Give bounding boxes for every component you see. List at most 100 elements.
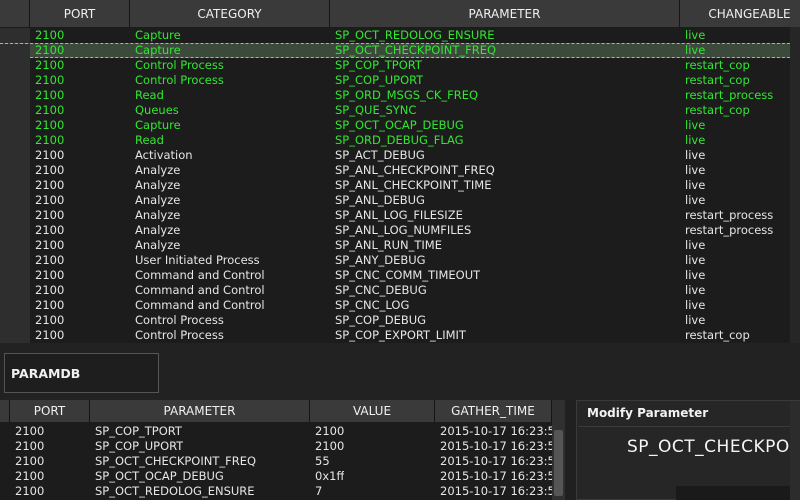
- table-row[interactable]: 2100 Control Process SP_COP_TPORT restart_c…: [0, 58, 800, 73]
- cell-gather_time: 2015-10-17 16:23:51: [440, 484, 563, 498]
- paramdb-column-header-port[interactable]: PORT: [10, 400, 90, 422]
- table-row[interactable]: 2100 Command and Control SP_CNC_DEBUG live: [0, 283, 800, 298]
- modify-value-input[interactable]: [676, 486, 800, 500]
- row-selector[interactable]: [0, 268, 30, 283]
- table-row[interactable]: 2100 Control Process SP_COP_EXPORT_LIMIT re…: [0, 328, 800, 343]
- paramdb-column-header-value[interactable]: VALUE: [310, 400, 435, 422]
- cell-gather_time: 2015-10-17 16:23:51: [440, 424, 563, 438]
- row-selector[interactable]: [0, 58, 30, 73]
- paramdb-grid-scrollbar-thumb[interactable]: [554, 430, 563, 496]
- cell-category: Capture: [135, 28, 181, 42]
- row-selector[interactable]: [0, 44, 30, 59]
- table-row[interactable]: 2100 Analyze SP_ANL_DEBUG live: [0, 193, 800, 208]
- cell-changeable: restart_process: [685, 223, 774, 237]
- table-row[interactable]: 2100 Analyze SP_ANL_RUN_TIME live: [0, 238, 800, 253]
- column-header-port[interactable]: PORT: [30, 0, 130, 27]
- cell-category: Analyze: [135, 208, 181, 222]
- cell-value: 2100: [315, 424, 345, 438]
- cell-parameter: SP_CNC_DEBUG: [335, 283, 427, 297]
- cell-port: 2100: [15, 469, 45, 483]
- row-selector[interactable]: [0, 283, 30, 298]
- cell-category: Control Process: [135, 313, 224, 327]
- cell-port: 2100: [35, 268, 65, 282]
- column-header-parameter[interactable]: PARAMETER: [330, 0, 680, 27]
- cell-parameter: SP_CNC_LOG: [335, 298, 410, 312]
- cell-parameter: SP_COP_UPORT: [95, 439, 184, 453]
- paramdb-column-header-parameter[interactable]: PARAMETER: [90, 400, 310, 422]
- table-row[interactable]: 2100 Capture SP_OCT_CHECKPOINT_FREQ live: [0, 43, 800, 59]
- cell-value: 2100: [315, 439, 345, 453]
- table-row[interactable]: 2100 Analyze SP_ANL_LOG_NUMFILES restart_pr…: [0, 223, 800, 238]
- parameter-grid: PORT CATEGORY PARAMETER CHANGEABLE 2100 C…: [0, 0, 800, 343]
- row-selector[interactable]: [0, 163, 30, 178]
- table-row[interactable]: 2100 SP_OCT_REDOLOG_ENSURE 7 2015-10-17 16:…: [0, 484, 565, 499]
- row-selector[interactable]: [0, 118, 30, 133]
- cell-port: 2100: [35, 73, 65, 87]
- row-selector[interactable]: [0, 133, 30, 148]
- table-row[interactable]: 2100 User Initiated Process SP_ANY_DEBUG li…: [0, 253, 800, 268]
- row-selector[interactable]: [0, 148, 30, 163]
- paramdb-row-selector-header[interactable]: [0, 400, 10, 422]
- table-row[interactable]: 2100 Queues SP_QUE_SYNC restart_cop: [0, 103, 800, 118]
- table-row[interactable]: 2100 Analyze SP_ANL_CHECKPOINT_FREQ live: [0, 163, 800, 178]
- table-row[interactable]: 2100 Control Process SP_COP_DEBUG live: [0, 313, 800, 328]
- row-selector[interactable]: [0, 298, 30, 313]
- cell-category: Read: [135, 88, 164, 102]
- row-selector[interactable]: [0, 208, 30, 223]
- row-selector[interactable]: [0, 238, 30, 253]
- cell-parameter: SP_ACT_DEBUG: [335, 148, 425, 162]
- cell-changeable: live: [685, 178, 706, 192]
- row-selector[interactable]: [0, 28, 30, 43]
- cell-port: 2100: [15, 454, 45, 468]
- cell-category: Analyze: [135, 163, 181, 177]
- table-row[interactable]: 2100 SP_COP_UPORT 2100 2015-10-17 16:23:51: [0, 439, 565, 454]
- row-selector[interactable]: [0, 193, 30, 208]
- table-row[interactable]: 2100 Command and Control SP_CNC_LOG live: [0, 298, 800, 313]
- parameter-grid-scrollbar[interactable]: [790, 27, 800, 343]
- row-selector[interactable]: [0, 313, 30, 328]
- table-row[interactable]: 2100 Capture SP_OCT_REDOLOG_ENSURE live: [0, 28, 800, 43]
- table-row[interactable]: 2100 Command and Control SP_CNC_COMM_TIMEO…: [0, 268, 800, 283]
- cell-category: Analyze: [135, 178, 181, 192]
- cell-parameter: SP_COP_TPORT: [335, 58, 422, 72]
- cell-changeable: live: [685, 253, 706, 267]
- row-selector-header[interactable]: [0, 0, 30, 27]
- row-selector[interactable]: [0, 103, 30, 118]
- row-selector[interactable]: [0, 88, 30, 103]
- cell-value: 0x1ff: [315, 469, 345, 483]
- cell-parameter: SP_OCT_CHECKPOINT_FREQ: [335, 44, 497, 57]
- cell-parameter: SP_ANL_CHECKPOINT_FREQ: [335, 163, 495, 177]
- paramdb-column-header-gather-time[interactable]: GATHER_TIME: [435, 400, 552, 422]
- row-selector[interactable]: [0, 328, 30, 343]
- cell-port: 2100: [35, 163, 65, 177]
- table-row[interactable]: 2100 SP_OCT_CHECKPOINT_FREQ 55 2015-10-17 1…: [0, 454, 565, 469]
- cell-port: 2100: [35, 328, 65, 342]
- table-row[interactable]: 2100 Activation SP_ACT_DEBUG live: [0, 148, 800, 163]
- cell-port: 2100: [35, 103, 65, 117]
- table-row[interactable]: 2100 SP_OCT_OCAP_DEBUG 0x1ff 2015-10-17 16:…: [0, 469, 565, 484]
- column-header-category[interactable]: CATEGORY: [130, 0, 330, 27]
- cell-gather_time: 2015-10-17 16:23:51: [440, 439, 563, 453]
- cell-value: 7: [315, 484, 323, 498]
- cell-category: Command and Control: [135, 268, 265, 282]
- row-selector[interactable]: [0, 178, 30, 193]
- column-header-changeable[interactable]: CHANGEABLE: [680, 0, 800, 27]
- row-selector[interactable]: [0, 253, 30, 268]
- modify-panel-scrollbar[interactable]: [790, 401, 800, 500]
- paramdb-tab[interactable]: PARAMDB: [4, 353, 159, 393]
- table-row[interactable]: 2100 SP_COP_TPORT 2100 2015-10-17 16:23:51: [0, 424, 565, 439]
- cell-parameter: SP_COP_DEBUG: [335, 313, 427, 327]
- cell-changeable: live: [685, 148, 706, 162]
- table-row[interactable]: 2100 Analyze SP_ANL_LOG_FILESIZE restart_pr…: [0, 208, 800, 223]
- table-row[interactable]: 2100 Analyze SP_ANL_CHECKPOINT_TIME live: [0, 178, 800, 193]
- cell-category: User Initiated Process: [135, 253, 260, 267]
- row-selector[interactable]: [0, 223, 30, 238]
- cell-changeable: live: [685, 238, 706, 252]
- table-row[interactable]: 2100 Read SP_ORD_MSGS_CK_FREQ restart_proce…: [0, 88, 800, 103]
- table-row[interactable]: 2100 Read SP_ORD_DEBUG_FLAG live: [0, 133, 800, 148]
- row-selector[interactable]: [0, 73, 30, 88]
- table-row[interactable]: 2100 Control Process SP_COP_UPORT restart_c…: [0, 73, 800, 88]
- table-row[interactable]: 2100 Capture SP_OCT_OCAP_DEBUG live: [0, 118, 800, 133]
- cell-category: Queues: [135, 103, 179, 117]
- cell-changeable: live: [685, 193, 706, 207]
